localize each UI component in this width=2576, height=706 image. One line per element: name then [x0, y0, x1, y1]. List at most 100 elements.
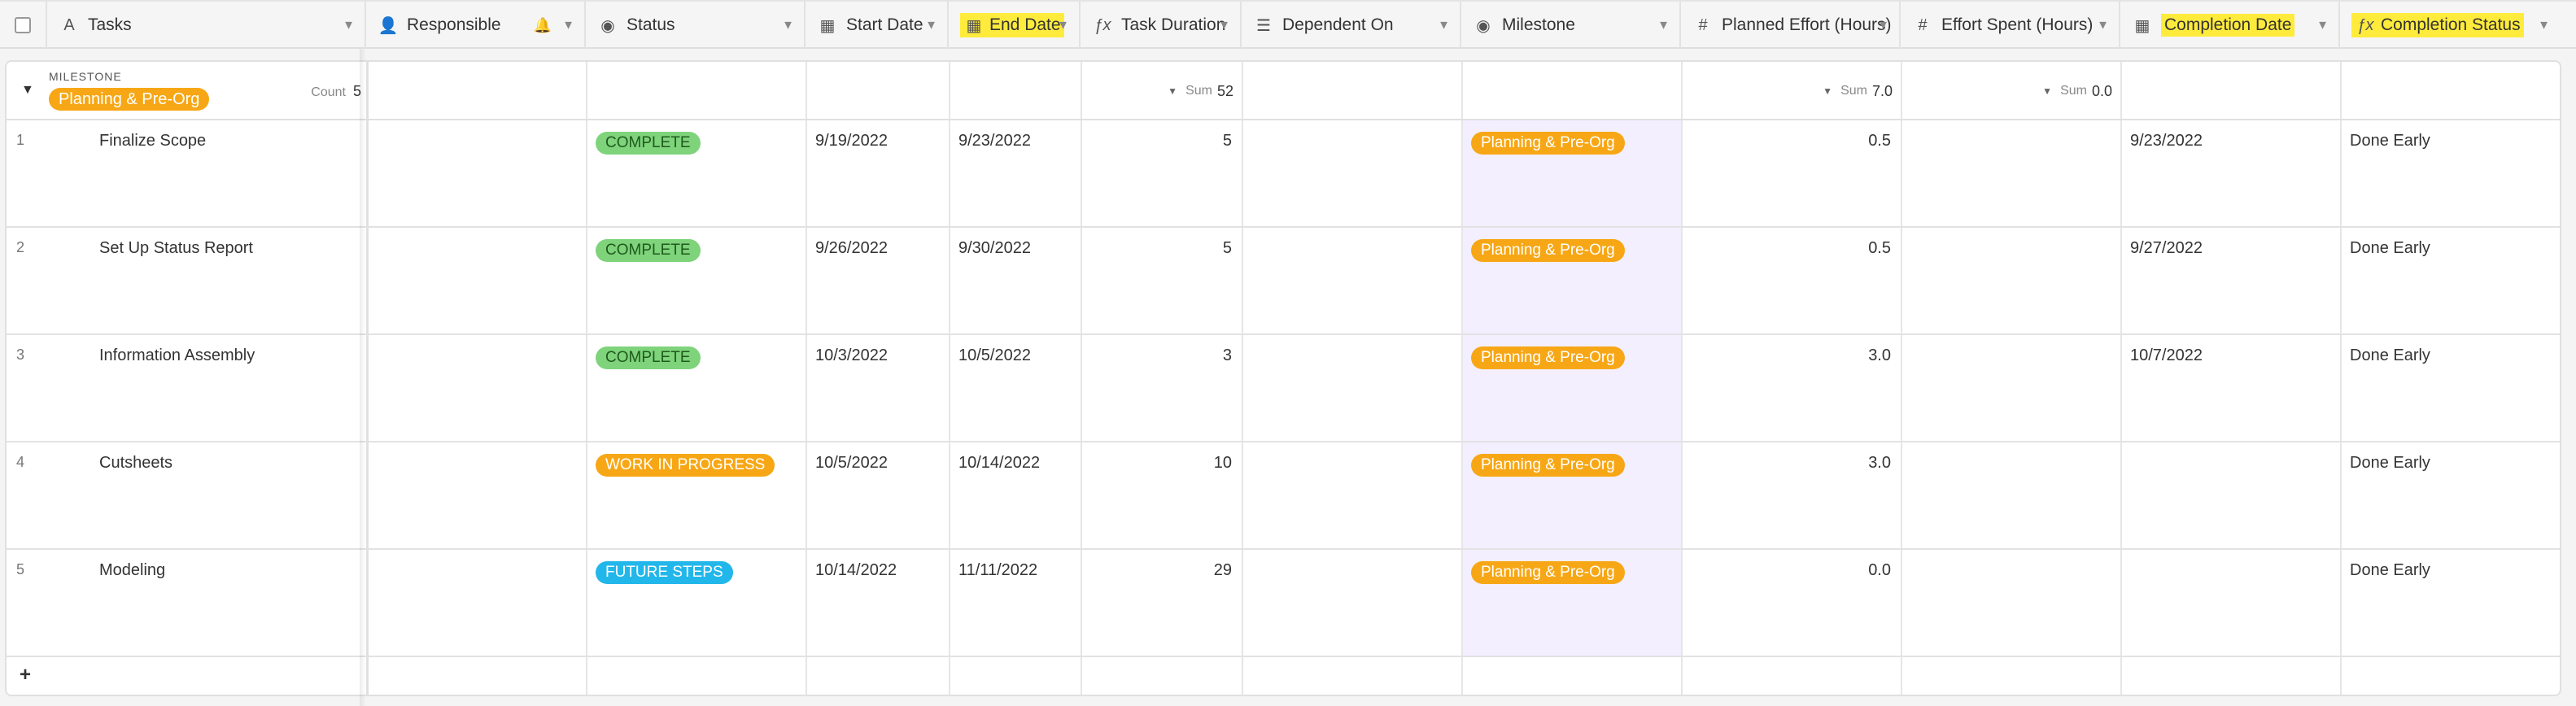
column-header-completion-date[interactable]: ▦ Completion Date ▼ [2120, 2, 2340, 49]
chevron-down-icon[interactable]: ▼ [1657, 19, 1670, 33]
chevron-down-icon[interactable]: ▼ [2097, 19, 2109, 33]
chevron-down-icon[interactable]: ▼ [343, 19, 355, 33]
column-header-status[interactable]: ◉ Status ▼ [586, 2, 806, 49]
chevron-down-icon[interactable]: ▼ [1877, 19, 1889, 33]
end-date-cell[interactable]: 11/11/2022 [949, 550, 1081, 656]
responsible-cell[interactable] [366, 228, 586, 333]
table-row[interactable]: 5 Modeling FUTURE STEPS 10/14/2022 11/11… [7, 550, 2560, 657]
chevron-down-icon[interactable]: ▼ [925, 19, 937, 33]
planned-effort-cell[interactable]: 3.0 [1681, 335, 1901, 441]
start-date-cell[interactable]: 10/14/2022 [806, 550, 949, 656]
effort-spent-sum[interactable]: ▼ Sum 0.0 [1901, 62, 2120, 120]
duration-cell[interactable]: 3 [1081, 335, 1242, 441]
chevron-down-icon[interactable]: ▼ [2538, 19, 2550, 33]
task-cell[interactable]: Set Up Status Report [90, 228, 366, 333]
completion-status-cell[interactable]: Done Early [2340, 228, 2560, 333]
duration-cell[interactable]: 29 [1081, 550, 1242, 656]
dependent-on-cell[interactable] [1242, 228, 1461, 333]
chevron-down-icon[interactable]: ▼ [2042, 85, 2052, 97]
planned-effort-sum[interactable]: ▼ Sum 7.0 [1681, 62, 1901, 120]
table-row[interactable]: 2 Set Up Status Report COMPLETE 9/26/202… [7, 228, 2560, 335]
planned-effort-cell[interactable]: 0.0 [1681, 550, 1901, 656]
column-header-responsible[interactable]: 👤 Responsible 🔔 ▼ [366, 2, 586, 49]
status-cell[interactable]: FUTURE STEPS [586, 550, 806, 656]
chevron-down-icon[interactable]: ▼ [562, 19, 574, 33]
table-row[interactable]: 3 Information Assembly COMPLETE 10/3/202… [7, 335, 2560, 442]
column-header-tasks[interactable]: A Tasks ▼ [47, 2, 366, 49]
status-cell[interactable]: COMPLETE [586, 120, 806, 226]
planned-effort-cell[interactable]: 3.0 [1681, 442, 1901, 548]
milestone-cell[interactable]: Planning & Pre-Org [1461, 335, 1681, 441]
milestone-cell[interactable]: Planning & Pre-Org [1461, 228, 1681, 333]
task-cell[interactable]: Information Assembly [90, 335, 366, 441]
column-header-start-date[interactable]: ▦ Start Date ▼ [806, 2, 949, 49]
chevron-down-icon[interactable]: ▼ [1218, 19, 1230, 33]
duration-sum[interactable]: ▼ Sum 52 [1081, 62, 1242, 120]
chevron-down-icon[interactable]: ▼ [2316, 19, 2329, 33]
planned-effort-cell[interactable]: 0.5 [1681, 228, 1901, 333]
dependent-on-cell[interactable] [1242, 550, 1461, 656]
table-row[interactable]: 1 Finalize Scope COMPLETE 9/19/2022 9/23… [7, 120, 2560, 228]
effort-spent-cell[interactable] [1901, 335, 2120, 441]
chevron-down-icon[interactable]: ▼ [1823, 85, 1832, 97]
start-date-cell[interactable]: 9/19/2022 [806, 120, 949, 226]
end-date-cell[interactable]: 10/5/2022 [949, 335, 1081, 441]
chevron-down-icon[interactable]: ▼ [1057, 19, 1069, 33]
select-all-checkbox[interactable] [15, 17, 31, 33]
completion-date-cell[interactable]: 9/23/2022 [2120, 120, 2340, 226]
responsible-cell[interactable] [366, 335, 586, 441]
milestone-cell[interactable]: Planning & Pre-Org [1461, 442, 1681, 548]
effort-spent-cell[interactable] [1901, 442, 2120, 548]
effort-spent-cell[interactable] [1901, 120, 2120, 226]
status-cell[interactable]: WORK IN PROGRESS [586, 442, 806, 548]
completion-status-cell[interactable]: Done Early [2340, 550, 2560, 656]
bell-icon[interactable]: 🔔 [534, 17, 552, 34]
status-cell[interactable]: COMPLETE [586, 228, 806, 333]
planned-effort-cell[interactable]: 0.5 [1681, 120, 1901, 226]
chevron-down-icon[interactable]: ▼ [1168, 85, 1177, 97]
duration-cell[interactable]: 5 [1081, 228, 1242, 333]
chevron-down-icon[interactable]: ▼ [782, 19, 794, 33]
task-cell[interactable]: Modeling [90, 550, 366, 656]
end-date-cell[interactable]: 10/14/2022 [949, 442, 1081, 548]
responsible-cell[interactable] [366, 442, 586, 548]
effort-spent-cell[interactable] [1901, 550, 2120, 656]
completion-status-cell[interactable]: Done Early [2340, 335, 2560, 441]
milestone-cell[interactable]: Planning & Pre-Org [1461, 550, 1681, 656]
completion-date-cell[interactable]: 9/27/2022 [2120, 228, 2340, 333]
table-row[interactable]: 4 Cutsheets WORK IN PROGRESS 10/5/2022 1… [7, 442, 2560, 550]
column-header-dependent-on[interactable]: ☰ Dependent On ▼ [1242, 2, 1461, 49]
column-header-end-date[interactable]: ▦ End Date ▼ [949, 2, 1081, 49]
effort-spent-cell[interactable] [1901, 228, 2120, 333]
chevron-down-icon[interactable]: ▼ [1438, 19, 1450, 33]
column-header-planned-effort[interactable]: # Planned Effort (Hours) ▼ [1681, 2, 1901, 49]
responsible-cell[interactable] [366, 120, 586, 226]
completion-status-cell[interactable]: Done Early [2340, 120, 2560, 226]
completion-date-cell[interactable]: 10/7/2022 [2120, 335, 2340, 441]
add-row[interactable]: + [7, 657, 2560, 695]
completion-date-cell[interactable] [2120, 550, 2340, 656]
responsible-cell[interactable] [366, 550, 586, 656]
start-date-cell[interactable]: 9/26/2022 [806, 228, 949, 333]
dependent-on-cell[interactable] [1242, 335, 1461, 441]
end-date-cell[interactable]: 9/23/2022 [949, 120, 1081, 226]
start-date-cell[interactable]: 10/3/2022 [806, 335, 949, 441]
dependent-on-cell[interactable] [1242, 120, 1461, 226]
column-header-task-duration[interactable]: ƒx Task Duration ▼ [1081, 2, 1242, 49]
completion-status-cell[interactable]: Done Early [2340, 442, 2560, 548]
dependent-on-cell[interactable] [1242, 442, 1461, 548]
duration-cell[interactable]: 5 [1081, 120, 1242, 226]
completion-date-cell[interactable] [2120, 442, 2340, 548]
column-header-completion-status[interactable]: ƒx Completion Status ▼ [2340, 2, 2560, 49]
status-cell[interactable]: COMPLETE [586, 335, 806, 441]
start-date-cell[interactable]: 10/5/2022 [806, 442, 949, 548]
collapse-toggle-icon[interactable]: ▼ [21, 83, 34, 98]
milestone-cell[interactable]: Planning & Pre-Org [1461, 120, 1681, 226]
task-cell[interactable]: Finalize Scope [90, 120, 366, 226]
task-cell[interactable]: Cutsheets [90, 442, 366, 548]
add-row-plus-icon[interactable]: + [20, 664, 31, 686]
end-date-cell[interactable]: 9/30/2022 [949, 228, 1081, 333]
column-header-effort-spent[interactable]: # Effort Spent (Hours) ▼ [1901, 2, 2120, 49]
duration-cell[interactable]: 10 [1081, 442, 1242, 548]
column-header-milestone[interactable]: ◉ Milestone ▼ [1461, 2, 1681, 49]
